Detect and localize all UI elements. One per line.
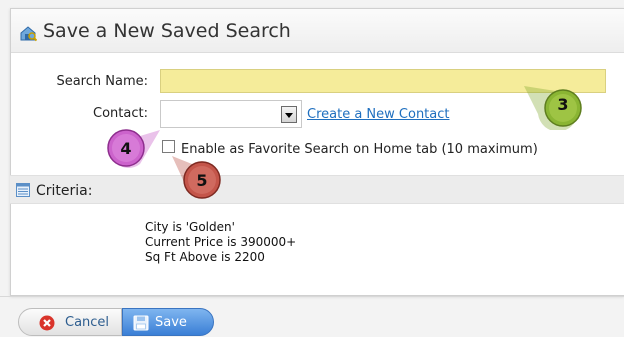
callout-3-label: 3	[557, 95, 569, 114]
criteria-header	[10, 175, 624, 204]
chevron-down-icon[interactable]	[281, 106, 297, 123]
criteria-label: Criteria:	[36, 183, 93, 199]
contact-label: Contact:	[93, 106, 148, 121]
list-table-icon	[16, 183, 30, 197]
house-search-icon	[20, 26, 37, 42]
callout-4-label: 4	[120, 139, 132, 158]
favorite-checkbox[interactable]	[162, 140, 175, 153]
criteria-line: Sq Ft Above is 2200	[145, 250, 265, 264]
cancel-label: Cancel	[65, 315, 110, 330]
contact-select[interactable]	[160, 100, 302, 128]
favorite-label: Enable as Favorite Search on Home tab (1…	[181, 142, 538, 157]
create-contact-link[interactable]: Create a New Contact	[307, 107, 450, 122]
criteria-line: City is 'Golden'	[145, 220, 235, 234]
save-disk-icon	[133, 315, 149, 331]
save-label: Save	[155, 315, 187, 330]
search-name-label: Search Name:	[56, 74, 148, 89]
dialog-title: Save a New Saved Search	[43, 20, 291, 42]
cancel-icon	[39, 315, 55, 331]
callout-5-label: 5	[196, 171, 208, 190]
cancel-button[interactable]: Cancel	[18, 308, 122, 336]
dialog-titlebar: Save a New Saved Search	[11, 9, 624, 53]
save-button[interactable]: Save	[122, 308, 214, 336]
criteria-line: Current Price is 390000+	[145, 235, 297, 249]
footer-divider	[0, 296, 624, 297]
